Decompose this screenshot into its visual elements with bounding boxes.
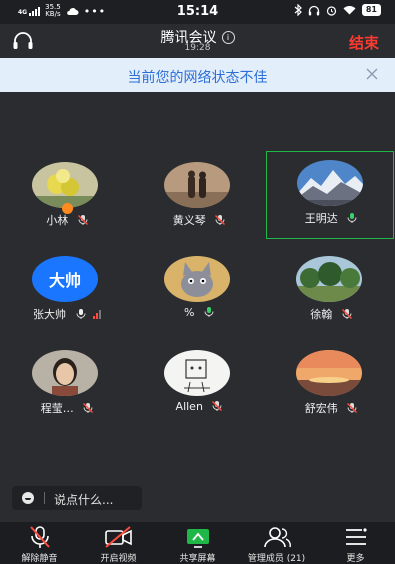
members-icon [263,527,291,548]
share-screen-label: 共享屏幕 [179,554,216,564]
meeting-toolbar: 解除静音 开启视频 共享屏幕 管理成员 (21) 更多 [0,522,395,564]
participant-info: 小林 [0,212,134,228]
participant-name: 程莹… [40,402,74,415]
status-bar: 4G 35.5 KB/s ••• 15:14 81 [0,0,395,24]
bluetooth-icon [294,4,302,16]
headphones-icon [308,5,320,15]
emoji-icon[interactable] [22,492,34,504]
start-video-label: 开启视频 [100,554,137,564]
participant-name: 黄义琴 [172,214,206,227]
more-label: 更多 [346,554,365,564]
participant-avatar [164,162,230,208]
mic-on-icon [347,213,357,223]
participant-avatar [297,160,363,206]
participant-avatar [164,350,230,396]
battery-icon: 81 [361,4,381,16]
participant-tile[interactable]: 小林 [0,152,134,244]
meeting-header: 腾讯会议 i 19:28 结束 [0,24,395,58]
mic-on-icon [204,307,214,317]
participant-grid: 小林 黄义琴 王明达 大帅 张大帅 % 徐翰 程莹… Allen 舒宏伟 [0,92,395,512]
participant-tile[interactable]: 徐翰 [264,246,395,338]
menu-icon [345,528,367,545]
wifi-icon [343,6,356,15]
participant-info: 程莹… [0,400,134,416]
participant-info: 徐翰 [264,306,395,322]
participant-tile[interactable]: Allen [132,340,266,432]
participant-name: 小林 [46,214,69,227]
manage-members-button[interactable]: 管理成员 (21) [237,522,316,564]
participant-avatar [296,256,362,302]
participant-avatar [296,350,362,396]
participant-info: Allen [132,400,266,413]
manage-members-label: 管理成员 (21) [247,554,306,564]
chat-placeholder: 说点什么... [54,493,114,507]
participant-tile[interactable]: 大帅 张大帅 [0,246,134,338]
mic-muted-icon [212,401,223,411]
participant-info: 黄义琴 [132,212,266,228]
participant-name: 张大帅 [33,308,66,321]
share-screen-icon [186,529,209,548]
unmute-label: 解除静音 [21,554,58,564]
mic-on-icon [76,309,85,319]
participant-info: 王明达 [267,210,395,226]
participant-avatar-initials: 大帅 [32,256,98,302]
unmute-button[interactable]: 解除静音 [0,522,79,564]
weak-signal-icon [93,310,101,319]
mic-muted-icon [77,215,88,225]
share-screen-button[interactable]: 共享屏幕 [158,522,237,564]
participant-name: 舒宏伟 [304,402,338,415]
mic-muted-icon [83,403,94,413]
participant-name: 徐翰 [310,308,333,321]
mic-muted-icon [347,403,358,413]
participant-tile[interactable]: 舒宏伟 [264,340,395,432]
participant-avatar [32,350,98,396]
more-button[interactable]: 更多 [316,522,395,564]
participant-tile-active-speaker[interactable]: 王明达 [266,151,394,239]
camera-off-icon [104,526,132,548]
participant-name: Allen [175,400,203,413]
alarm-icon [326,5,336,16]
participant-info: % [132,306,266,319]
meeting-duration: 19:28 [184,43,211,53]
participant-tile[interactable]: % [132,246,266,338]
participant-info: 张大帅 [0,306,134,322]
participant-info: 舒宏伟 [264,400,395,416]
participant-tile[interactable]: 黄义琴 [132,152,266,244]
participant-name: 王明达 [304,212,338,225]
participant-tile[interactable]: 程莹… [0,340,134,432]
close-icon[interactable] [365,67,379,81]
chat-input[interactable]: 说点什么... [12,486,142,510]
mic-muted-icon [29,526,50,548]
mic-muted-icon [341,309,352,319]
end-meeting-button[interactable]: 结束 [349,32,379,53]
start-video-button[interactable]: 开启视频 [79,522,158,564]
mic-muted-icon [215,215,226,225]
chat-divider [44,492,45,504]
network-warning-banner: 当前您的网络状态不佳 [0,58,395,92]
network-warning-text: 当前您的网络状态不佳 [127,70,268,86]
participant-avatar [164,256,230,302]
participant-name: % [184,306,195,319]
participant-avatar [32,162,98,208]
